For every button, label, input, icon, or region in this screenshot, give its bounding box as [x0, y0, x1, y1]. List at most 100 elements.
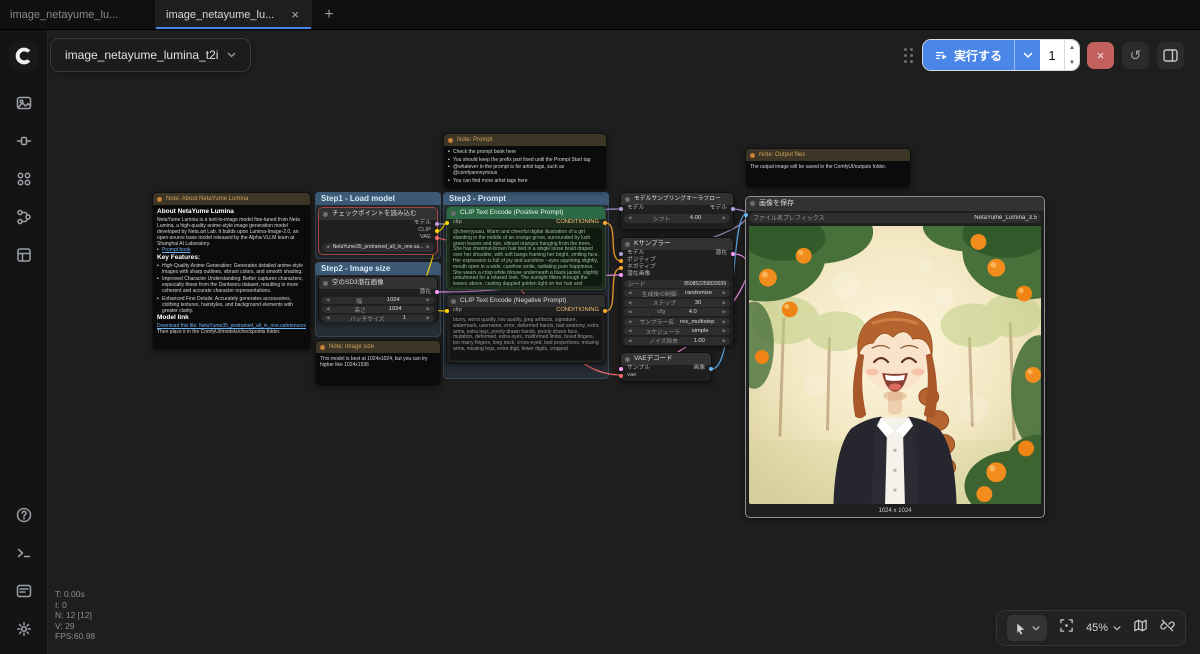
- negative-prompt-textarea[interactable]: blurry, worst quality, low quality, jpeg…: [450, 316, 602, 360]
- batch-size-widget[interactable]: バッチサイズ 1: [322, 314, 434, 323]
- input-positive[interactable]: ポジティブ: [627, 257, 656, 264]
- filename-prefix-widget[interactable]: ファイル名プレフィックス NetaYume_Lumina_3.5: [749, 212, 1041, 223]
- stat-fps: FPS:60.98: [55, 631, 96, 642]
- ckpt-name-widget[interactable]: NetaYume35_pretrained_all_in_one.sa...: [322, 242, 434, 252]
- model-sampling-auraflow-node[interactable]: モデルサンプリングオーラフロー モデル モデル シフト 4.00: [619, 192, 735, 230]
- sidebar-item-help[interactable]: [5, 497, 43, 533]
- clip-port-icon[interactable]: [435, 228, 439, 233]
- toggle-panel-button[interactable]: [1157, 41, 1184, 69]
- load-checkpoint-node[interactable]: チェックポイントを読み込む モデル CLIP VAE NetaYume35_pr…: [318, 207, 439, 255]
- sidebar-item-terminal[interactable]: [5, 535, 43, 571]
- zoom-level-dropdown[interactable]: 45%: [1086, 622, 1121, 634]
- run-button[interactable]: 実行する: [922, 40, 1014, 70]
- note-prompt-node[interactable]: Note: Prompt Check the prompt book here …: [443, 133, 607, 190]
- vae-decode-node[interactable]: VAEデコード サンプル 画像 vae: [619, 352, 713, 382]
- conditioning-port-icon[interactable]: [603, 220, 607, 225]
- workflow-name-dropdown[interactable]: image_netayume_lumina_t2i: [50, 38, 252, 72]
- history-button[interactable]: ↺: [1122, 41, 1149, 69]
- conditioning-port-icon[interactable]: [603, 308, 607, 313]
- sidebar-item-queue[interactable]: [5, 85, 43, 121]
- model-port-icon[interactable]: [435, 221, 439, 226]
- latent-port-icon[interactable]: [619, 366, 623, 371]
- cancel-run-button[interactable]: ×: [1087, 41, 1114, 69]
- sidebar-item-logs[interactable]: [5, 573, 43, 609]
- clip-text-encode-negative-node[interactable]: CLIP Text Encode (Negative Prompt) clip C…: [445, 294, 607, 364]
- vae-port-icon[interactable]: [619, 373, 623, 378]
- input-clip[interactable]: clip: [453, 219, 462, 226]
- sidebar-item-node-library[interactable]: [5, 123, 43, 159]
- output-latent[interactable]: 潜在: [419, 289, 431, 295]
- batch-count-stepper[interactable]: ▲ ▼: [1064, 40, 1079, 70]
- note-output-files-node[interactable]: Note: Output files The output image will…: [745, 148, 911, 188]
- seed-widget[interactable]: シード 850852259833039: [624, 279, 730, 288]
- latent-port-icon[interactable]: [435, 290, 439, 294]
- drag-handle[interactable]: [903, 47, 913, 63]
- conditioning-port-icon[interactable]: [619, 258, 623, 263]
- image-port-icon[interactable]: [709, 366, 713, 371]
- latent-port-icon[interactable]: [731, 251, 735, 256]
- stepper-down-icon[interactable]: ▼: [1065, 55, 1079, 70]
- sampler-name-widget[interactable]: サンプラー名 res_multistep: [624, 317, 730, 326]
- output-latent[interactable]: 潜在: [715, 250, 727, 257]
- comfyui-logo[interactable]: [9, 42, 38, 70]
- new-tab-button[interactable]: +: [312, 0, 346, 29]
- latent-port-icon[interactable]: [619, 272, 623, 277]
- batch-count-input[interactable]: 1 ▲ ▼: [1040, 40, 1079, 70]
- ksampler-node[interactable]: Kサンプラー モデル 潜在 ポジティブ ネガティブ 潜在画像 シード 850852…: [619, 237, 735, 347]
- conditioning-port-icon[interactable]: [619, 265, 623, 270]
- input-latent[interactable]: 潜在画像: [627, 271, 650, 278]
- tab-workflow-1[interactable]: image_netayume_lu...: [0, 0, 156, 29]
- note-line: @whatever in the prompt is for artist ta…: [448, 164, 602, 176]
- output-conditioning[interactable]: CONDITIONING: [556, 307, 599, 314]
- input-negative[interactable]: ネガティブ: [627, 264, 656, 271]
- steps-widget[interactable]: ステップ 30: [624, 298, 730, 307]
- clip-text-encode-positive-node[interactable]: CLIP Text Encode (Positive Prompt) clip C…: [445, 206, 607, 290]
- save-image-node[interactable]: 画像を保存 ファイル名プレフィックス NetaYume_Lumina_3.5 1…: [744, 196, 1045, 518]
- terminal-icon: [17, 548, 30, 558]
- note-about-node[interactable]: Note: About NetaYume Lumina About NetaYu…: [152, 192, 311, 350]
- model-port-icon[interactable]: [619, 251, 623, 256]
- height-widget[interactable]: 高さ 1024: [322, 305, 434, 314]
- vae-port-icon[interactable]: [435, 235, 439, 240]
- input-samples[interactable]: サンプル: [627, 365, 650, 372]
- image-port-icon[interactable]: [744, 213, 748, 217]
- sidebar-item-templates[interactable]: [5, 237, 43, 273]
- width-widget[interactable]: 幅 1024: [322, 296, 434, 305]
- control-after-generate-widget[interactable]: 生成後の制御 randomize: [624, 289, 730, 298]
- denoise-widget[interactable]: ノイズ除去 1.00: [624, 336, 730, 345]
- clip-port-icon[interactable]: [445, 220, 449, 225]
- sidebar-item-settings[interactable]: [5, 611, 43, 647]
- positive-prompt-textarea[interactable]: @cheerypusu, Warm and cheerful digital i…: [450, 228, 602, 286]
- model-port-icon[interactable]: [619, 206, 623, 211]
- output-conditioning[interactable]: CONDITIONING: [556, 219, 599, 226]
- shift-widget[interactable]: シフト 4.00: [624, 213, 730, 223]
- toggle-links-button[interactable]: [1160, 618, 1175, 638]
- tab-workflow-2[interactable]: image_netayume_lu... ×: [156, 0, 312, 29]
- input-vae[interactable]: vae: [627, 372, 636, 379]
- stepper-up-icon[interactable]: ▲: [1065, 40, 1079, 55]
- input-clip[interactable]: clip: [453, 307, 462, 314]
- generated-image-preview[interactable]: [749, 225, 1041, 504]
- sidebar-item-workflows[interactable]: [5, 199, 43, 235]
- fit-view-button[interactable]: [1059, 618, 1074, 638]
- input-model[interactable]: モデル: [627, 205, 644, 212]
- minimap-toggle-button[interactable]: [1133, 618, 1148, 638]
- note-image-size-node[interactable]: Note: Image size This model is best at 1…: [315, 340, 441, 386]
- note-heading: About NetaYume Lumina: [157, 208, 234, 215]
- cfg-widget[interactable]: cfg 4.0: [624, 308, 730, 316]
- scheduler-widget[interactable]: スケジューラ simple: [624, 327, 730, 336]
- clip-port-icon[interactable]: [445, 308, 449, 313]
- output-image[interactable]: 画像: [693, 365, 705, 372]
- prompt-book-link[interactable]: Prompt book: [157, 247, 306, 253]
- output-clip[interactable]: CLIP: [418, 227, 431, 234]
- pointer-tool-button[interactable]: [1006, 615, 1047, 641]
- close-tab-icon[interactable]: ×: [289, 7, 301, 22]
- model-port-icon[interactable]: [731, 206, 735, 211]
- output-model[interactable]: モデル: [710, 205, 727, 212]
- output-vae[interactable]: VAE: [420, 234, 431, 241]
- output-model[interactable]: モデル: [414, 220, 431, 227]
- sidebar-item-model-library[interactable]: [5, 161, 43, 197]
- input-model[interactable]: モデル: [627, 250, 644, 257]
- run-options-button[interactable]: [1014, 40, 1040, 70]
- empty-latent-node[interactable]: 空のSD3潜在画像 潜在 幅 1024 高さ 1024 バッチサイズ 1: [318, 276, 439, 323]
